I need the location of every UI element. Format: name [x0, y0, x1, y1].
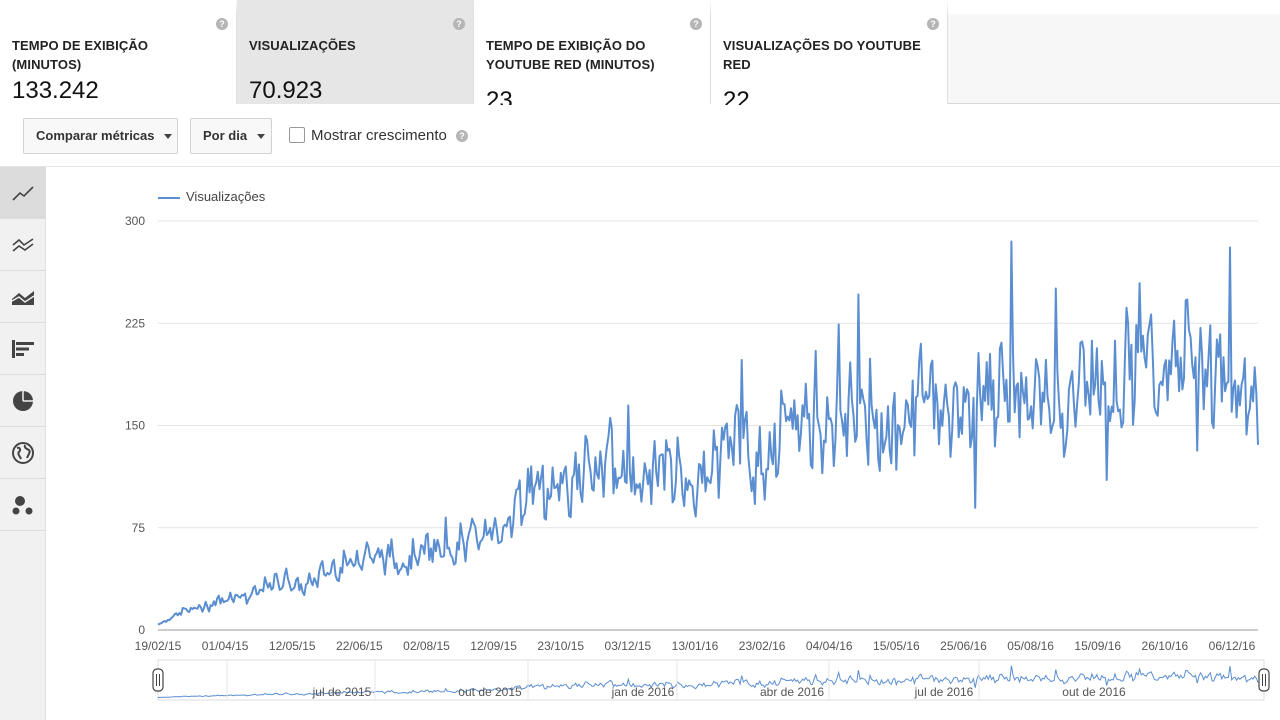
compare-metrics-label: Comparar métricas: [36, 128, 155, 143]
navigator-right-handle: [1258, 668, 1270, 692]
show-growth-checkbox[interactable]: [289, 127, 305, 143]
x-tick-label: 22/06/15: [336, 639, 383, 653]
navigator-frame: [157, 659, 1265, 701]
navigator-label: jul de 2015: [312, 685, 372, 699]
navigator-series: [158, 665, 1259, 698]
chart-legend: Visualizações: [158, 189, 265, 204]
legend-label: Visualizações: [186, 189, 266, 204]
x-axis-ticks: 19/02/15 01/04/15 12/05/15 22/06/15 02/08/15…: [135, 639, 1256, 653]
y-tick-label: 75: [132, 521, 146, 535]
metric-tabs: TEMPO DE EXIBIÇÃO (MINUTOS) 133.242 ? VI…: [0, 0, 1280, 114]
pie-chart-button[interactable]: [0, 375, 46, 427]
caret-down-icon: [256, 134, 265, 140]
y-tick-label: 150: [125, 419, 145, 433]
metric-label: VISUALIZAÇÕES DO YOUTUBE RED: [723, 38, 921, 72]
metric-label: VISUALIZAÇÕES: [249, 38, 356, 53]
x-tick-label: 13/01/16: [672, 639, 719, 653]
x-tick-label: 12/05/15: [269, 639, 316, 653]
compare-metrics-dropdown[interactable]: Comparar métricas: [23, 118, 178, 154]
range-navigator: jul de 2015 out de 2015 jan de 2016 abr de …: [152, 659, 1270, 701]
help-icon[interactable]: ?: [216, 18, 228, 30]
y-tick-label: 300: [125, 214, 145, 228]
x-tick-label: 12/09/15: [470, 639, 517, 653]
x-tick-label: 04/04/16: [806, 639, 853, 653]
metric-tab-views[interactable]: VISUALIZAÇÕES 70.923 ?: [237, 0, 474, 104]
chart-toolbar: Comparar métricas Por dia Mostrar cresci…: [0, 105, 1280, 167]
navigator-label: out de 2015: [458, 685, 522, 699]
navigator-label: jul de 2016: [914, 685, 974, 699]
multi-line-chart-button[interactable]: [0, 219, 46, 271]
period-dropdown[interactable]: Por dia: [190, 118, 272, 154]
chart-type-sidebar: [0, 167, 46, 720]
x-tick-label: 03/12/15: [605, 639, 652, 653]
help-icon[interactable]: ?: [453, 18, 465, 30]
help-icon[interactable]: ?: [690, 18, 702, 30]
metric-tab-watch-time[interactable]: TEMPO DE EXIBIÇÃO (MINUTOS) 133.242 ?: [0, 0, 237, 104]
bar-chart-button[interactable]: [0, 323, 46, 375]
x-tick-label: 15/09/16: [1074, 639, 1121, 653]
metric-value: 133.242: [12, 77, 99, 104]
metric-label: TEMPO DE EXIBIÇÃO DO YOUTUBE RED (MINUTO…: [486, 38, 655, 72]
area-chart-icon: [11, 290, 35, 305]
metric-tab-red-watch-time[interactable]: TEMPO DE EXIBIÇÃO DO YOUTUBE RED (MINUTO…: [474, 0, 711, 114]
globe-map-icon: [12, 441, 34, 464]
caret-down-icon: [164, 134, 173, 140]
x-tick-label: 15/05/16: [873, 639, 920, 653]
navigator-left-handle: [152, 668, 164, 692]
multi-line-chart-icon: [12, 237, 34, 252]
bubble-chart-button[interactable]: [0, 479, 46, 531]
x-tick-label: 23/02/16: [739, 639, 786, 653]
help-icon[interactable]: ?: [927, 18, 939, 30]
legend-swatch: [158, 196, 180, 199]
x-tick-label: 26/10/16: [1142, 639, 1189, 653]
chart-grid: [158, 220, 1258, 631]
y-axis-ticks: 300 225 150 75 0: [125, 214, 145, 637]
x-tick-label: 02/08/15: [403, 639, 450, 653]
metric-tab-red-views[interactable]: VISUALIZAÇÕES DO YOUTUBE RED 22 ?: [711, 0, 948, 114]
x-tick-label: 06/12/16: [1209, 639, 1256, 653]
period-label: Por dia: [203, 128, 248, 143]
bar-chart-icon: [12, 339, 34, 358]
line-chart-icon: [12, 185, 34, 201]
x-tick-label: 25/06/16: [940, 639, 987, 653]
navigator-label: abr de 2016: [760, 685, 824, 699]
area-chart-button[interactable]: [0, 271, 46, 323]
y-tick-label: 0: [138, 623, 145, 637]
pie-chart-icon: [13, 390, 33, 411]
navigator-label: out de 2016: [1062, 685, 1126, 699]
views-series-line: [157, 240, 1259, 626]
metric-value: 70.923: [249, 77, 323, 104]
line-chart-button[interactable]: [0, 167, 46, 219]
bubble-chart-icon: [12, 495, 33, 514]
metric-tabs-filler: [948, 0, 1280, 103]
x-tick-label: 19/02/15: [135, 639, 182, 653]
x-tick-label: 05/08/16: [1007, 639, 1054, 653]
help-icon[interactable]: ?: [456, 130, 468, 142]
x-tick-label: 01/04/15: [202, 639, 249, 653]
x-tick-label: 23/10/15: [537, 639, 584, 653]
show-growth-label[interactable]: Mostrar crescimento: [311, 127, 447, 144]
metric-label: TEMPO DE EXIBIÇÃO (MINUTOS): [12, 38, 149, 72]
y-tick-label: 225: [125, 316, 145, 330]
navigator-label: jan de 2016: [611, 685, 675, 699]
map-chart-button[interactable]: [0, 427, 46, 479]
